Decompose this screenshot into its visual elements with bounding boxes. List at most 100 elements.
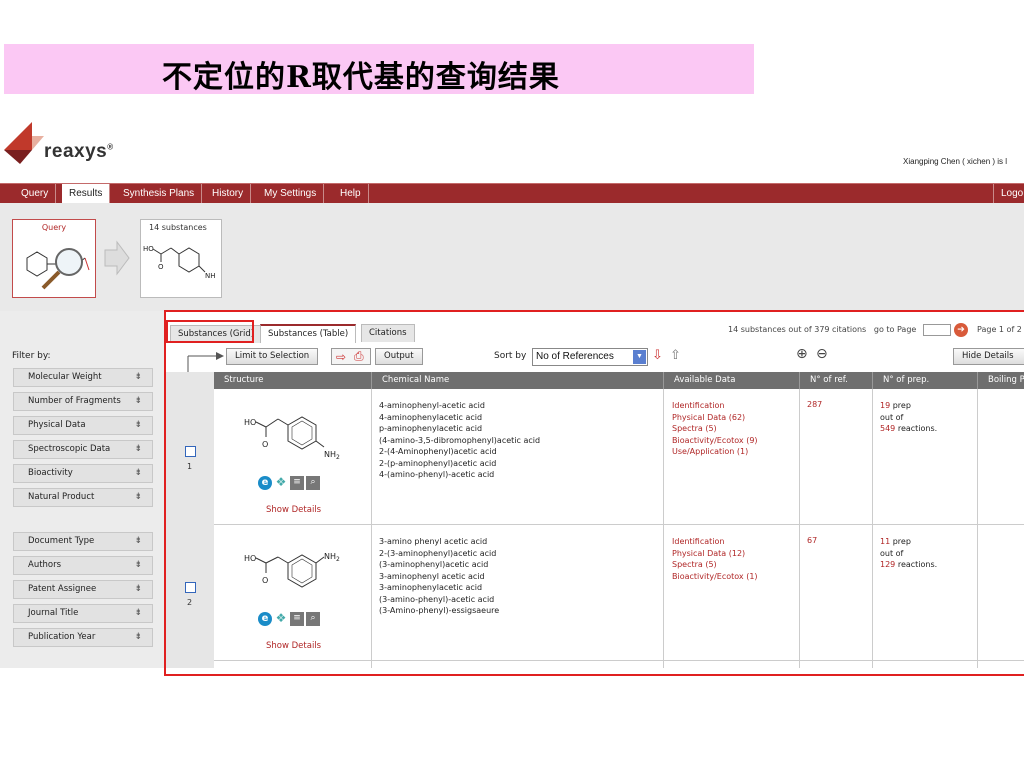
main-nav: Query Results Synthesis Plans History My… — [0, 183, 1024, 205]
link-spectra[interactable]: Spectra (5) — [672, 423, 758, 435]
filter-authors[interactable]: Authors ⇟ — [13, 556, 153, 575]
sort-by-label: Sort by — [494, 351, 527, 361]
show-details-link[interactable]: Show Details — [266, 505, 321, 515]
col-prep-count[interactable]: N° of prep. — [872, 372, 977, 389]
filter-natural-product[interactable]: Natural Product ⇟ — [13, 488, 153, 507]
col-ref-count[interactable]: N° of ref. — [799, 372, 872, 389]
svg-text:NH2: NH2 — [324, 552, 340, 563]
expand-icon[interactable]: ⇟ — [134, 393, 142, 410]
go-page-button[interactable]: ➔ — [954, 323, 968, 337]
filter-journal-title[interactable]: Journal Title ⇟ — [13, 604, 153, 623]
nav-logout[interactable]: Logo — [993, 184, 1024, 204]
tab-citations[interactable]: Citations — [361, 324, 415, 342]
filter-number-of-fragments[interactable]: Number of Fragments ⇟ — [13, 392, 153, 411]
col-available-data[interactable]: Available Data — [663, 372, 799, 389]
expand-icon[interactable]: ⇟ — [134, 629, 142, 646]
link-spectra[interactable]: Spectra (5) — [672, 559, 758, 571]
svg-text:O: O — [262, 440, 268, 449]
result-thumbnail[interactable]: 14 substances HO O NH — [140, 219, 222, 298]
filter-spectroscopic-data[interactable]: Spectroscopic Data ⇟ — [13, 440, 153, 459]
expand-icon[interactable]: ⇟ — [134, 557, 142, 574]
magnify-icon[interactable]: ⌕ — [306, 476, 320, 490]
limit-to-selection-button[interactable]: Limit to Selection — [226, 348, 319, 365]
list-icon[interactable]: ≡ — [290, 476, 304, 490]
reactions-count-link[interactable]: 129 — [880, 560, 895, 569]
expand-icon[interactable]: ⇟ — [134, 533, 142, 550]
hide-details-button[interactable]: Hide Details — [953, 348, 1024, 365]
link-identification[interactable]: Identification — [672, 536, 758, 548]
print-icon[interactable]: ⎙ — [354, 349, 364, 364]
zoom-in-icon[interactable]: ⊕ — [796, 346, 808, 362]
nav-synthesis-plans[interactable]: Synthesis Plans — [116, 184, 203, 204]
struct-nh2: NH — [205, 272, 216, 280]
prep-info: 11 prep out of 129 reactions. — [880, 537, 938, 569]
col-structure[interactable]: Structure — [214, 372, 264, 389]
page-number-input[interactable] — [923, 324, 951, 336]
sort-ascending-icon[interactable]: ⇧ — [670, 348, 681, 363]
nav-history[interactable]: History — [205, 184, 252, 204]
filter-document-type[interactable]: Document Type ⇟ — [13, 532, 153, 551]
row-checkbox[interactable] — [185, 582, 196, 593]
magnify-icon[interactable]: ⌕ — [306, 612, 320, 626]
reaxys-e-icon[interactable]: e — [258, 476, 272, 490]
link-physical-data[interactable]: Physical Data (62) — [672, 412, 758, 424]
query-label: Query — [41, 223, 67, 232]
nav-query[interactable]: Query — [14, 184, 57, 204]
list-icon[interactable]: ≡ — [290, 612, 304, 626]
link-identification[interactable]: Identification — [672, 400, 758, 412]
chevron-down-icon[interactable]: ▼ — [633, 350, 646, 364]
expand-icon[interactable]: ⇟ — [134, 417, 142, 434]
show-details-link[interactable]: Show Details — [266, 641, 321, 651]
table-header: Structure Chemical Name Available Data N… — [214, 372, 1024, 389]
filter-publication-year[interactable]: Publication Year ⇟ — [13, 628, 153, 647]
available-data-links: Identification Physical Data (62) Spectr… — [672, 400, 758, 458]
ref-count-link[interactable]: 67 — [807, 536, 817, 545]
sort-descending-icon[interactable]: ⇩ — [652, 348, 663, 363]
sort-select[interactable]: No of References ▼ — [532, 348, 648, 366]
nav-help[interactable]: Help — [333, 184, 369, 204]
svg-text:O: O — [262, 576, 268, 585]
slide-title-banner: 不定位的R取代基的查询结果 — [4, 44, 754, 95]
row-checkbox[interactable] — [185, 446, 196, 457]
page-of-label: Page 1 of 2 — [977, 325, 1022, 334]
expand-icon[interactable]: ⇟ — [134, 465, 142, 482]
ref-count-link[interactable]: 287 — [807, 400, 822, 409]
link-physical-data[interactable]: Physical Data (12) — [672, 548, 758, 560]
structure-4-aminophenylacetic-acid: HO O NH2 — [244, 416, 340, 461]
reactions-count-link[interactable]: 549 — [880, 424, 895, 433]
expand-icon[interactable]: ⇟ — [134, 605, 142, 622]
filter-physical-data[interactable]: Physical Data ⇟ — [13, 416, 153, 435]
nav-my-settings[interactable]: My Settings — [257, 184, 325, 204]
expand-icon[interactable]: ⇟ — [134, 489, 142, 506]
prep-count-link[interactable]: 19 — [880, 401, 890, 410]
filter-patent-assignee[interactable]: Patent Assignee ⇟ — [13, 580, 153, 599]
expand-icon[interactable]: ⇟ — [134, 369, 142, 386]
export-icons-group[interactable]: ⇨ ⎙ — [331, 348, 371, 365]
export-icon[interactable]: ⇨ — [336, 350, 346, 364]
zoom-out-icon[interactable]: ⊖ — [816, 346, 828, 362]
selection-gutter — [166, 372, 214, 668]
expand-icon[interactable]: ⇟ — [134, 441, 142, 458]
filter-bioactivity[interactable]: Bioactivity ⇟ — [13, 464, 153, 483]
diamond-icon[interactable]: ❖ — [274, 476, 288, 490]
col-boiling-point[interactable]: Boiling Po — [977, 372, 1024, 389]
expand-icon[interactable]: ⇟ — [134, 581, 142, 598]
result-structure-icon: HO O NH — [143, 245, 216, 280]
output-button[interactable]: Output — [375, 348, 423, 365]
sort-select-value: No of References — [536, 351, 614, 362]
col-chemical-name[interactable]: Chemical Name — [371, 372, 663, 389]
link-bioactivity[interactable]: Bioactivity/Ecotox (1) — [672, 571, 758, 583]
prep-count-link[interactable]: 11 — [880, 537, 890, 546]
link-bioactivity[interactable]: Bioactivity/Ecotox (9) — [672, 435, 758, 447]
filter-molecular-weight[interactable]: Molecular Weight ⇟ — [13, 368, 153, 387]
query-structure-icon — [26, 248, 90, 290]
nav-results[interactable]: Results — [62, 184, 111, 205]
link-use-application[interactable]: Use/Application (1) — [672, 446, 758, 458]
row-number: 2 — [187, 598, 193, 607]
reaxys-e-icon[interactable]: e — [258, 612, 272, 626]
diamond-icon[interactable]: ❖ — [274, 612, 288, 626]
query-thumbnail[interactable]: Query — [12, 219, 96, 298]
tab-substances-table[interactable]: Substances (Table) — [260, 324, 357, 343]
arrow-right-icon — [104, 240, 130, 276]
row-action-icons: e ❖ ≡ ⌕ — [258, 476, 322, 490]
